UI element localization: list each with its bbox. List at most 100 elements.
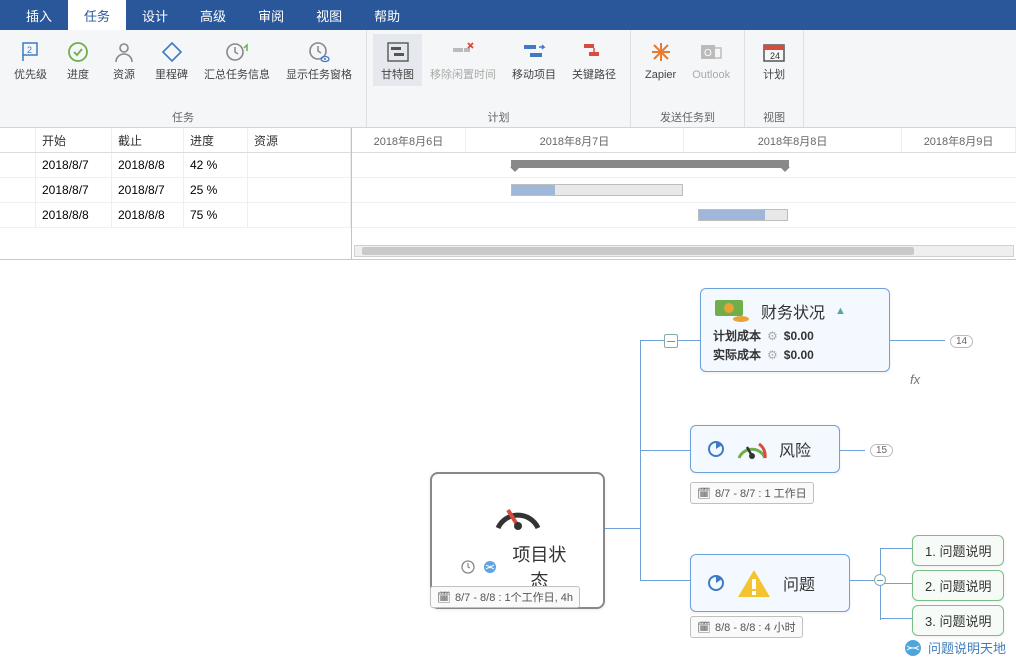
finance-tag: 14 [950, 335, 973, 348]
connector [840, 450, 865, 451]
col-end[interactable]: 截止 [112, 128, 184, 152]
split-pane: 开始 截止 进度 资源 2018/8/7 2018/8/8 42 % 2018/… [0, 128, 1016, 260]
show-taskpane-button[interactable]: 显示任务窗格 [278, 34, 360, 86]
gantt-chart[interactable]: 2018年8月6日 2018年8月7日 2018年8月8日 2018年8月9日 [352, 128, 1016, 259]
gantt-hscrollbar[interactable] [354, 245, 1014, 257]
gear-icon[interactable]: ⚙ [767, 329, 778, 343]
critical-icon [579, 38, 609, 66]
group-label-task: 任务 [6, 105, 360, 127]
gantt-header: 2018年8月6日 2018年8月7日 2018年8月8日 2018年8月9日 [352, 128, 1016, 153]
group-label-plan: 计划 [373, 105, 624, 127]
tab-task[interactable]: 任务 [68, 0, 126, 30]
node-issue-child[interactable]: 1. 问题说明 [912, 535, 1004, 566]
money-icon [713, 297, 751, 325]
gantt-button[interactable]: 甘特图 [373, 34, 422, 86]
node-risk[interactable]: 风险 [690, 425, 840, 473]
resource-button[interactable]: 资源 [101, 34, 147, 86]
critical-path-button[interactable]: 关键路径 [564, 34, 624, 86]
globe-icon [482, 559, 498, 575]
risk-tag: 15 [870, 444, 893, 457]
priority-button[interactable]: 2 优先级 [6, 34, 55, 86]
gantt-row [352, 203, 1016, 228]
clock-up-icon [222, 38, 252, 66]
col-resource[interactable]: 资源 [248, 128, 351, 152]
mindmap-canvas[interactable]: 项目状态 🗓 8/7 - 8/8 : 1个工作日, 4h 财务状况 ▲ 计划成本… [0, 260, 1016, 663]
node-issue[interactable]: 问题 [690, 554, 850, 612]
pie-icon [707, 574, 725, 592]
table-row[interactable]: 2018/8/8 2018/8/8 75 % [0, 203, 351, 228]
table-row[interactable]: 2018/8/7 2018/8/7 25 % [0, 178, 351, 203]
gear-icon[interactable]: ⚙ [767, 348, 778, 362]
gantt-icon [383, 38, 413, 66]
progress-button[interactable]: 进度 [55, 34, 101, 86]
diamond-icon [157, 38, 187, 66]
tab-design[interactable]: 设计 [126, 0, 184, 30]
ribbon-panel: 2 优先级 进度 资源 里程碑 汇总任务信息 显示任务窗格 [0, 30, 1016, 128]
gauge-icon [735, 436, 769, 462]
tab-review[interactable]: 审阅 [242, 0, 300, 30]
risk-date: 🗓 8/7 - 8/7 : 1 工作日 [690, 482, 814, 504]
calendar-icon: 🗓 [697, 621, 711, 634]
node-finance[interactable]: 财务状况 ▲ 计划成本⚙$0.00 实际成本⚙$0.00 [700, 288, 890, 372]
group-label-view: 视图 [751, 105, 797, 127]
check-circle-icon [63, 38, 93, 66]
clock-icon [460, 559, 476, 575]
person-icon [109, 38, 139, 66]
ribbon-group-view: 24 计划 视图 [745, 30, 804, 127]
connector [640, 580, 690, 581]
task-table: 开始 截止 进度 资源 2018/8/7 2018/8/8 42 % 2018/… [0, 128, 352, 259]
watermark: 问题说明天地 [904, 638, 1006, 657]
node-issue-child[interactable]: 3. 问题说明 [912, 605, 1004, 636]
node-issue-child[interactable]: 2. 问题说明 [912, 570, 1004, 601]
gauge-icon [488, 490, 548, 534]
collapse-icon[interactable]: ▲ [835, 305, 846, 317]
connector [890, 340, 945, 341]
rollup-button[interactable]: 汇总任务信息 [196, 34, 278, 86]
gantt-row [352, 153, 1016, 178]
ribbon-group-task: 2 优先级 进度 资源 里程碑 汇总任务信息 显示任务窗格 [0, 30, 367, 127]
outlook-icon: O [696, 38, 726, 66]
ribbon-tabs: 插入 任务 设计 高级 审阅 视图 帮助 [0, 0, 1016, 30]
zapier-icon [646, 38, 676, 66]
svg-text:O: O [704, 48, 712, 59]
connector [640, 340, 641, 580]
globe-icon [904, 639, 924, 657]
ribbon-group-plan: 甘特图 移除闲置时间 移动项目 关键路径 计划 [367, 30, 631, 127]
remove-idle-button[interactable]: 移除闲置时间 [422, 34, 504, 86]
clock-eye-icon [304, 38, 334, 66]
col-progress[interactable]: 进度 [184, 128, 248, 152]
table-row[interactable]: 2018/8/7 2018/8/8 42 % [0, 153, 351, 178]
calendar-icon: 24 [759, 38, 789, 66]
connector [605, 528, 640, 529]
gantt-bar[interactable] [698, 209, 788, 221]
tab-help[interactable]: 帮助 [358, 0, 416, 30]
tab-view[interactable]: 视图 [300, 0, 358, 30]
move-project-button[interactable]: 移动项目 [504, 34, 564, 86]
connector [640, 450, 690, 451]
outlook-button[interactable]: O Outlook [684, 34, 738, 86]
connector [880, 618, 912, 619]
milestone-button[interactable]: 里程碑 [147, 34, 196, 86]
zapier-button[interactable]: Zapier [637, 34, 684, 86]
table-header: 开始 截止 进度 资源 [0, 128, 351, 153]
warning-icon [735, 567, 773, 599]
gantt-bar[interactable] [511, 184, 683, 196]
pie-icon [707, 440, 725, 458]
schedule-button[interactable]: 24 计划 [751, 34, 797, 86]
expander[interactable] [874, 574, 886, 586]
flag-icon: 2 [16, 38, 46, 66]
calendar-icon: 🗓 [437, 591, 451, 604]
connector [880, 548, 912, 549]
svg-text:24: 24 [770, 51, 780, 61]
ribbon-group-send: Zapier O Outlook 发送任务到 [631, 30, 745, 127]
gantt-summary-bar[interactable] [511, 160, 789, 168]
note-icon[interactable] [664, 334, 678, 348]
center-date: 🗓 8/7 - 8/8 : 1个工作日, 4h [430, 586, 580, 608]
gantt-row [352, 178, 1016, 203]
group-label-send: 发送任务到 [637, 105, 738, 127]
tab-insert[interactable]: 插入 [10, 0, 68, 30]
col-start[interactable]: 开始 [36, 128, 112, 152]
calendar-icon: 🗓 [697, 487, 711, 500]
tab-advanced[interactable]: 高级 [184, 0, 242, 30]
issue-date: 🗓 8/8 - 8/8 : 4 小时 [690, 616, 803, 638]
